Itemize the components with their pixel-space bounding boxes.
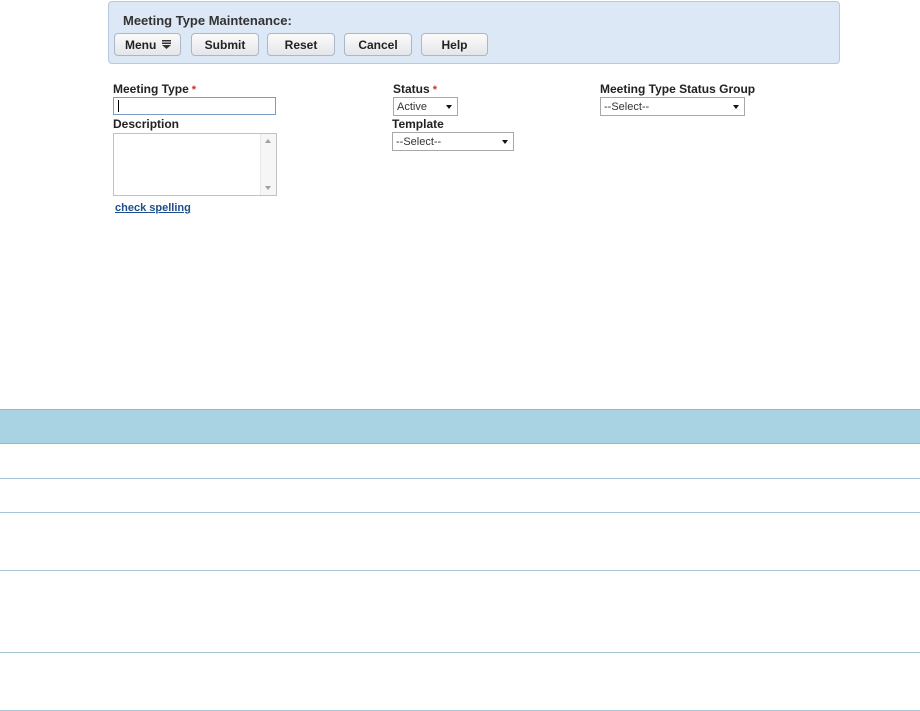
status-label-text: Status <box>393 82 430 96</box>
status-label: Status * <box>393 82 437 96</box>
chevron-down-icon <box>502 140 508 144</box>
chevron-down-icon <box>446 105 452 109</box>
page: Meeting Type Maintenance: Menu Submit Re… <box>0 0 920 711</box>
status-selected-value: Active <box>397 100 427 113</box>
status-group-label: Meeting Type Status Group <box>600 82 756 96</box>
panel-title: Meeting Type Maintenance: <box>123 13 292 28</box>
toolbar-panel: Meeting Type Maintenance: Menu Submit Re… <box>108 1 840 64</box>
check-spelling-link[interactable]: check spelling <box>115 202 191 214</box>
table-row <box>0 444 920 479</box>
status-group-selected-value: --Select-- <box>604 100 650 113</box>
table-row <box>0 653 920 711</box>
required-marker: * <box>191 84 197 96</box>
meeting-type-label: Meeting Type * <box>113 82 196 96</box>
grid-header <box>0 409 920 444</box>
description-label: Description <box>113 117 180 131</box>
meeting-type-input[interactable] <box>113 97 276 115</box>
template-selected-value: --Select-- <box>396 135 442 148</box>
help-button[interactable]: Help <box>421 33 488 56</box>
menu-button-label: Menu <box>125 37 157 52</box>
description-textarea[interactable] <box>113 133 277 196</box>
scroll-down-arrow-icon[interactable] <box>265 186 271 190</box>
table-row <box>0 479 920 513</box>
cancel-button[interactable]: Cancel <box>344 33 412 56</box>
table-row <box>0 571 920 653</box>
reset-button[interactable]: Reset <box>267 33 335 56</box>
chevron-down-icon <box>733 105 739 109</box>
meeting-type-label-text: Meeting Type <box>113 82 189 96</box>
text-caret <box>118 100 119 112</box>
menu-button[interactable]: Menu <box>114 33 181 56</box>
menu-dropdown-icon <box>162 40 171 49</box>
status-select[interactable]: Active <box>393 97 458 116</box>
submit-button[interactable]: Submit <box>191 33 259 56</box>
template-select[interactable]: --Select-- <box>392 132 514 151</box>
description-scrollbar[interactable] <box>260 134 276 195</box>
scroll-up-arrow-icon[interactable] <box>265 139 271 143</box>
required-marker: * <box>432 84 437 96</box>
template-label: Template <box>392 117 444 131</box>
status-group-select[interactable]: --Select-- <box>600 97 745 116</box>
table-row <box>0 513 920 571</box>
